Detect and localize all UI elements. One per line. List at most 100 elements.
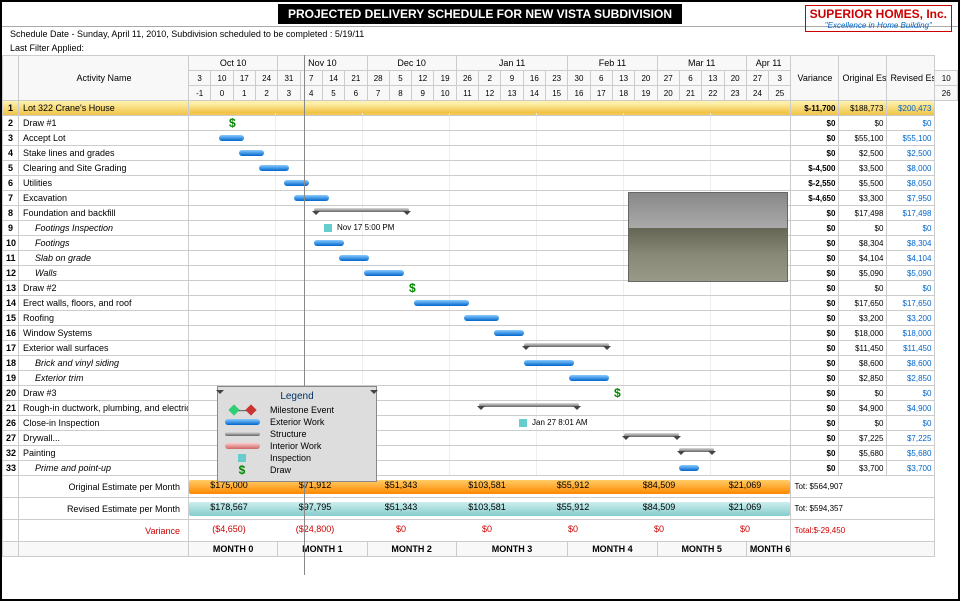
col-revised[interactable]: Revised Estimate <box>887 56 935 101</box>
activity-name: Stake lines and grades <box>19 146 189 161</box>
activity-name: Brick and vinyl siding <box>19 356 189 371</box>
task-row[interactable]: 3Accept Lot$0$55,100$55,100 <box>3 131 958 146</box>
task-row[interactable]: 13Draw #2$$0$0$0 <box>3 281 958 296</box>
gantt-bar[interactable] <box>479 403 579 407</box>
col-variance[interactable]: Variance <box>791 56 839 101</box>
company-box: SUPERIOR HOMES, Inc. "Excellence in Home… <box>805 5 952 32</box>
timeline-cell[interactable]: $ <box>189 116 791 131</box>
task-row[interactable]: 9Footings InspectionNov 17 5:00 PM$0$0$0 <box>3 221 958 236</box>
timeline-cell[interactable] <box>189 371 791 386</box>
gantt-bar[interactable] <box>524 360 574 366</box>
gantt-bar[interactable] <box>314 208 409 212</box>
insp-marker[interactable] <box>324 224 332 232</box>
task-row[interactable]: 10Footings$0$8,304$8,304 <box>3 236 958 251</box>
activity-name: Close-in Inspection <box>19 416 189 431</box>
gantt-bar[interactable] <box>314 240 344 246</box>
timeline-cell[interactable] <box>189 101 791 116</box>
gantt-bar[interactable] <box>239 150 264 156</box>
task-row[interactable]: 19Exterior trim$0$2,850$2,850 <box>3 371 958 386</box>
gantt-bar[interactable] <box>679 465 699 471</box>
timeline-cell[interactable] <box>189 341 791 356</box>
task-row[interactable]: 1Lot 322 Crane's House$-11,700$188,773$2… <box>3 101 958 116</box>
activity-name: Drywall... <box>19 431 189 446</box>
timeline-cell[interactable] <box>189 176 791 191</box>
gantt-bar[interactable] <box>339 255 369 261</box>
task-row[interactable]: 16Window Systems$0$18,000$18,000 <box>3 326 958 341</box>
gantt-bar[interactable] <box>219 135 244 141</box>
today-line <box>304 55 305 575</box>
summary-row: Variance($4,650)($24,800)$0$0$0$0$0Total… <box>3 520 958 542</box>
task-row[interactable]: 14Erect walls, floors, and roof$0$17,650… <box>3 296 958 311</box>
timeline-cell[interactable] <box>189 326 791 341</box>
col-activity[interactable]: Activity Name <box>19 56 189 101</box>
gantt-table: Activity Name Oct 10 Nov 10 Dec 10 Jan 1… <box>2 55 958 557</box>
timeline-cell[interactable]: $ <box>189 281 791 296</box>
company-name: SUPERIOR HOMES, Inc. <box>810 7 947 21</box>
activity-name: Excavation <box>19 191 189 206</box>
task-row[interactable]: 2Draw #1$$0$0$0 <box>3 116 958 131</box>
task-row[interactable]: 21Rough-in ductwork, plumbing, and elect… <box>3 401 958 416</box>
last-filter: Last Filter Applied: <box>2 41 958 55</box>
timeline-cell[interactable] <box>189 356 791 371</box>
gantt-bar[interactable] <box>524 343 609 347</box>
insp-marker[interactable] <box>519 419 527 427</box>
activity-name: Walls <box>19 266 189 281</box>
timeline-cell[interactable] <box>189 296 791 311</box>
gantt-bar[interactable] <box>679 448 714 452</box>
activity-name: Draw #3 <box>19 386 189 401</box>
activity-name: Foundation and backfill <box>19 206 189 221</box>
summary-row: Original Estimate per Month$175,000$71,9… <box>3 476 958 498</box>
activity-name: Utilities <box>19 176 189 191</box>
activity-name: Draw #2 <box>19 281 189 296</box>
task-row[interactable]: 12Walls$0$5,090$5,090 <box>3 266 958 281</box>
gantt-bar[interactable] <box>189 103 789 113</box>
task-row[interactable]: 5Clearing and Site Grading$-4,500$3,500$… <box>3 161 958 176</box>
task-row[interactable]: 27Drywall...$0$7,225$7,225 <box>3 431 958 446</box>
task-row[interactable]: 18Brick and vinyl siding$0$8,600$8,600 <box>3 356 958 371</box>
company-tagline: "Excellence in Home Building" <box>810 21 947 30</box>
task-row[interactable]: 7Excavation$-4,650$3,300$7,950 <box>3 191 958 206</box>
activity-name: Roofing <box>19 311 189 326</box>
month-footer: MONTH 0MONTH 1MONTH 2MONTH 3MONTH 4MONTH… <box>3 542 958 557</box>
task-row[interactable]: 11Slab on grade$0$4,104$4,104 <box>3 251 958 266</box>
gantt-bar[interactable] <box>259 165 289 171</box>
gantt-bar[interactable] <box>414 300 469 306</box>
gantt-grid: Activity Name Oct 10 Nov 10 Dec 10 Jan 1… <box>2 55 958 575</box>
gantt-bar[interactable] <box>624 433 679 437</box>
activity-name: Lot 322 Crane's House <box>19 101 189 116</box>
activity-name: Erect walls, floors, and roof <box>19 296 189 311</box>
task-row[interactable]: 8Foundation and backfill$0$17,498$17,498 <box>3 206 958 221</box>
task-row[interactable]: 26Close-in InspectionJan 27 8:01 AM$0$0$… <box>3 416 958 431</box>
gantt-bar[interactable] <box>284 180 309 186</box>
gantt-bar[interactable] <box>364 270 404 276</box>
gantt-bar[interactable] <box>294 195 329 201</box>
dollar-marker[interactable]: $ <box>229 116 236 130</box>
activity-name: Draw #1 <box>19 116 189 131</box>
col-original[interactable]: Original Estimate <box>839 56 887 101</box>
timeline-cell[interactable] <box>189 131 791 146</box>
gantt-bar[interactable] <box>494 330 524 336</box>
activity-name: Exterior trim <box>19 371 189 386</box>
task-row[interactable]: 15Roofing$0$3,200$3,200 <box>3 311 958 326</box>
task-row[interactable]: 4Stake lines and grades$0$2,500$2,500 <box>3 146 958 161</box>
gantt-bar[interactable] <box>464 315 499 321</box>
summary-row: Revised Estimate per Month$178,567$97,79… <box>3 498 958 520</box>
date-note: Jan 27 8:01 AM <box>532 418 588 427</box>
task-row[interactable]: 33Prime and point-up$0$3,700$3,700 <box>3 461 958 476</box>
legend-title: Legend <box>222 391 372 402</box>
house-photo <box>628 192 788 282</box>
gantt-bar[interactable] <box>569 375 609 381</box>
activity-name: Footings <box>19 236 189 251</box>
task-row[interactable]: 32Painting$0$5,680$5,680 <box>3 446 958 461</box>
timeline-cell[interactable] <box>189 146 791 161</box>
timeline-cell[interactable] <box>189 161 791 176</box>
legend-box[interactable]: Legend —Milestone Event Exterior Work St… <box>217 386 377 482</box>
task-row[interactable]: 20Draw #3$$0$0$0 <box>3 386 958 401</box>
task-row[interactable]: 17Exterior wall surfaces$0$11,450$11,450 <box>3 341 958 356</box>
dollar-marker[interactable]: $ <box>409 281 416 295</box>
activity-name: Rough-in ductwork, plumbing, and electri… <box>19 401 189 416</box>
activity-name: Exterior wall surfaces <box>19 341 189 356</box>
dollar-marker[interactable]: $ <box>614 386 621 400</box>
timeline-cell[interactable] <box>189 311 791 326</box>
task-row[interactable]: 6Utilities$-2,550$5,500$8,050 <box>3 176 958 191</box>
